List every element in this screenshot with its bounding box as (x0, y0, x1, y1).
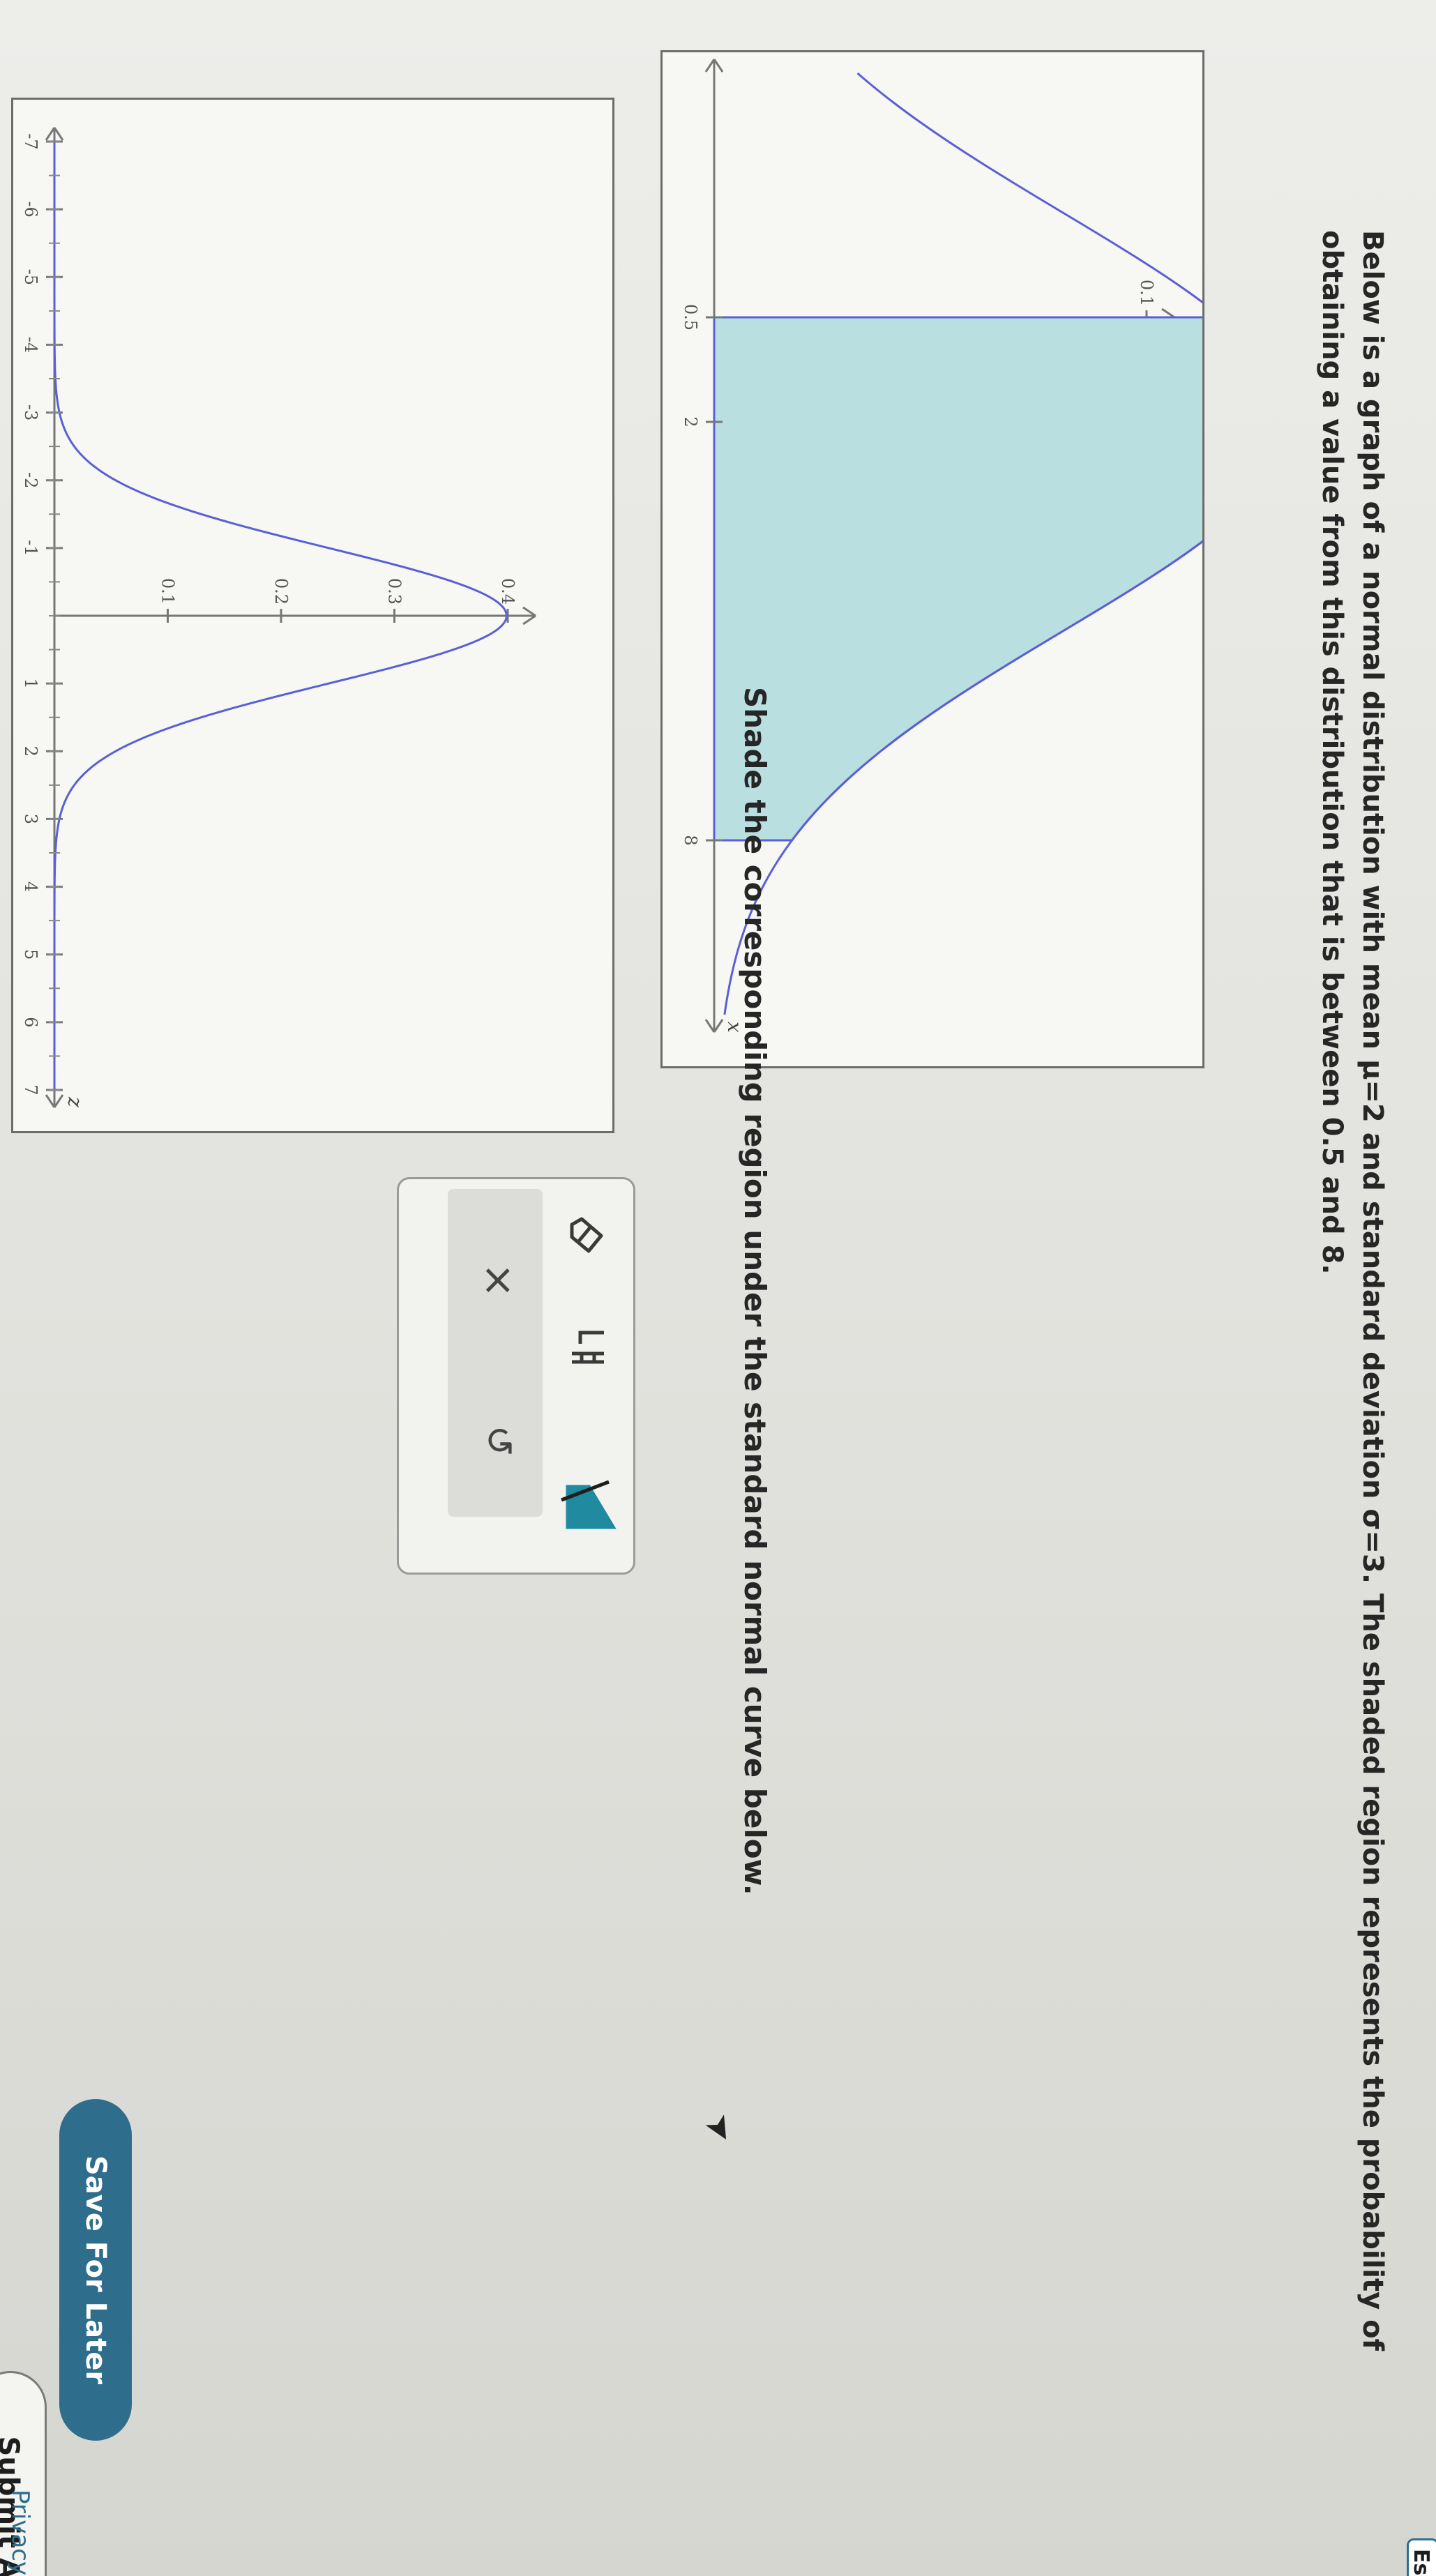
x-tick-label: -1 (21, 540, 40, 556)
x-tick-label: -4 (21, 337, 40, 353)
x-tick-label: -6 (21, 201, 40, 217)
page: Espa Below is a graph of a normal distri… (0, 0, 1436, 2576)
shaded-region (713, 316, 1202, 842)
undo-button[interactable]: ↺ (467, 1409, 530, 1472)
fill-tool-icon[interactable] (561, 1479, 619, 1535)
x-tick-label: 4 (21, 881, 40, 892)
x-tick-label: -7 (21, 133, 40, 149)
mouse-cursor-icon: ➤ (696, 2106, 745, 2151)
y-tick-label: 0.4 (498, 578, 517, 605)
x-tick-label: 7 (21, 1084, 40, 1095)
region-tool-icon[interactable] (560, 1326, 616, 1381)
x-axis-label: z (63, 1096, 86, 1107)
y-tick-label: 0.1 (1137, 280, 1156, 306)
x-tick-label: 2 (681, 416, 700, 427)
y-tick-label: 0.3 (385, 578, 405, 605)
save-for-later-button[interactable]: Save For Later (59, 2099, 132, 2441)
question-text: Below is a graph of a normal distributio… (1316, 230, 1389, 2351)
y-tick-label: 0.1 (158, 578, 178, 605)
eraser-icon[interactable] (560, 1207, 616, 1263)
x-tick-label: 2 (21, 746, 40, 757)
privacy-link[interactable]: Privacy Center | A (6, 2490, 34, 2576)
x-tick-label: -5 (21, 269, 40, 285)
x-tick-label: 6 (21, 1017, 40, 1027)
x-tick-label: 8 (681, 835, 700, 845)
standard-normal-graph[interactable]: 0.1 0.2 0.3 0.4 -7 -6 -5 -4 -3 -2 -1 1 2 3 4 5 6 7 z (11, 98, 614, 1133)
x-tick-label: 0.5 (681, 304, 700, 331)
y-tick-label: 0.2 (271, 578, 291, 605)
x-tick-label: 3 (21, 814, 40, 824)
x-tick-label: -2 (21, 472, 40, 488)
drawing-toolbox: × ↺ (397, 1177, 635, 1575)
language-button[interactable]: Espa (1407, 2538, 1436, 2576)
x-tick-label: 1 (21, 679, 40, 689)
clear-button[interactable]: × (467, 1249, 530, 1312)
chart-2-svg[interactable]: 0.1 0.2 0.3 0.4 -7 -6 -5 -4 -3 -2 -1 1 2 3 4 5 6 7 z (9, 100, 612, 1135)
x-tick-label: 5 (21, 949, 40, 960)
x-tick-label: -3 (21, 404, 40, 421)
shade-prompt: Shade the corresponding region under the… (738, 687, 772, 1895)
